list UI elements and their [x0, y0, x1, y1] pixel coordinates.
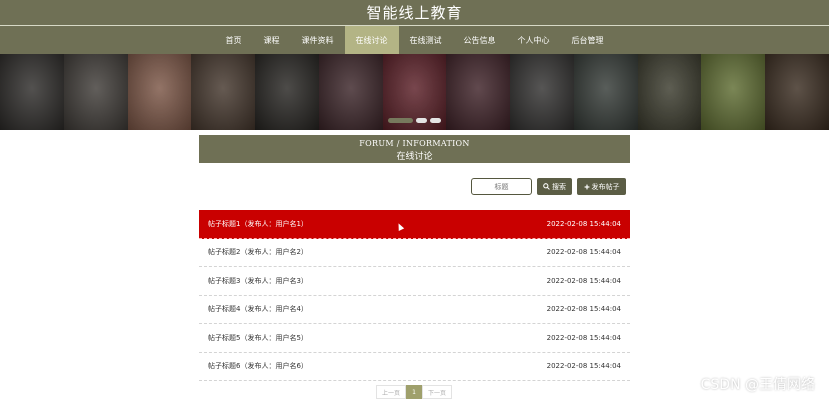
- banner-tile: [255, 54, 319, 130]
- section-title-en: FORUM / INFORMATION: [359, 139, 470, 148]
- post-title: 帖子标题2（发布人：用户名2）: [208, 248, 308, 257]
- prev-page-button[interactable]: 上一页: [376, 385, 406, 399]
- pagination: 上一页 1 下一页: [376, 385, 452, 399]
- watermark: CSDN @王倩网络: [700, 377, 815, 393]
- nav-item-courses[interactable]: 课程: [253, 26, 291, 54]
- section-title-cn: 在线讨论: [396, 152, 433, 162]
- banner-carousel[interactable]: [0, 54, 829, 130]
- banner-tile: [191, 54, 256, 130]
- search-icon: [543, 183, 550, 190]
- banner-tile: [446, 54, 511, 130]
- banner-tile: [127, 54, 192, 130]
- nav-item-test[interactable]: 在线测试: [399, 26, 453, 54]
- carousel-dot[interactable]: [388, 118, 413, 123]
- list-item[interactable]: 帖子标题6（发布人：用户名6） 2022-02-08 15:44:04: [199, 353, 630, 381]
- nav-item-admin[interactable]: 后台管理: [561, 26, 615, 54]
- page-number-button[interactable]: 1: [406, 385, 422, 399]
- main-nav: 首页 课程 课件资料 在线讨论 在线测试 公告信息 个人中心 后台管理: [0, 26, 829, 54]
- post-title: 帖子标题3（发布人：用户名3）: [208, 276, 308, 285]
- post-list: 帖子标题1（发布人：用户名1） 2022-02-08 15:44:04 帖子标题…: [199, 210, 630, 381]
- plus-icon: [584, 184, 589, 189]
- banner-tile: [637, 54, 702, 130]
- next-page-button[interactable]: 下一页: [422, 385, 452, 399]
- nav-item-profile[interactable]: 个人中心: [507, 26, 561, 54]
- post-date: 2022-02-08 15:44:04: [546, 333, 621, 342]
- post-title: 帖子标题5（发布人：用户名5）: [208, 333, 308, 342]
- banner-tile: [318, 54, 383, 130]
- post-title: 帖子标题6（发布人：用户名6）: [208, 362, 308, 371]
- nav-item-home[interactable]: 首页: [215, 26, 253, 54]
- banner-tile: [63, 54, 128, 130]
- nav-item-announcements[interactable]: 公告信息: [453, 26, 507, 54]
- list-item[interactable]: 帖子标题4（发布人：用户名4） 2022-02-08 15:44:04: [199, 296, 630, 324]
- nav-item-materials[interactable]: 课件资料: [291, 26, 345, 54]
- post-date: 2022-02-08 15:44:04: [546, 362, 621, 371]
- post-title: 帖子标题1（发布人：用户名1）: [208, 219, 308, 228]
- main-content: FORUM / INFORMATION 在线讨论 搜索 发布帖子 帖子标题1（发…: [0, 130, 829, 402]
- post-date: 2022-02-08 15:44:04: [546, 305, 621, 314]
- banner-tile: [701, 54, 766, 130]
- carousel-dot[interactable]: [416, 118, 427, 123]
- new-post-button-label: 发布帖子: [591, 182, 620, 191]
- post-date: 2022-02-08 15:44:04: [546, 248, 621, 257]
- site-title: 智能线上教育: [366, 4, 463, 22]
- banner-tile: [765, 54, 829, 130]
- page: 智能线上教育 首页 课程 课件资料 在线讨论 在线测试 公告信息 个人中心 后台…: [0, 0, 829, 402]
- list-item[interactable]: 帖子标题2（发布人：用户名2） 2022-02-08 15:44:04: [199, 239, 630, 267]
- post-date: 2022-02-08 15:44:04: [546, 219, 621, 228]
- post-date: 2022-02-08 15:44:04: [546, 276, 621, 285]
- post-title: 帖子标题4（发布人：用户名4）: [208, 305, 308, 314]
- banner-tile: [0, 54, 64, 130]
- list-item[interactable]: 帖子标题3（发布人：用户名3） 2022-02-08 15:44:04: [199, 267, 630, 296]
- carousel-indicators: [388, 118, 441, 123]
- header: 智能线上教育: [0, 0, 829, 25]
- new-post-button[interactable]: 发布帖子: [577, 178, 626, 195]
- search-button-label: 搜索: [552, 182, 566, 191]
- search-input[interactable]: [471, 178, 532, 195]
- list-item[interactable]: 帖子标题1（发布人：用户名1） 2022-02-08 15:44:04: [199, 210, 630, 239]
- search-button[interactable]: 搜索: [537, 178, 572, 195]
- nav-item-discussion[interactable]: 在线讨论: [344, 26, 399, 54]
- banner-tile: [510, 54, 574, 130]
- section-header: FORUM / INFORMATION 在线讨论: [199, 135, 630, 163]
- banner-tile: [573, 54, 638, 130]
- carousel-dot[interactable]: [430, 118, 441, 123]
- list-item[interactable]: 帖子标题5（发布人：用户名5） 2022-02-08 15:44:04: [199, 324, 630, 353]
